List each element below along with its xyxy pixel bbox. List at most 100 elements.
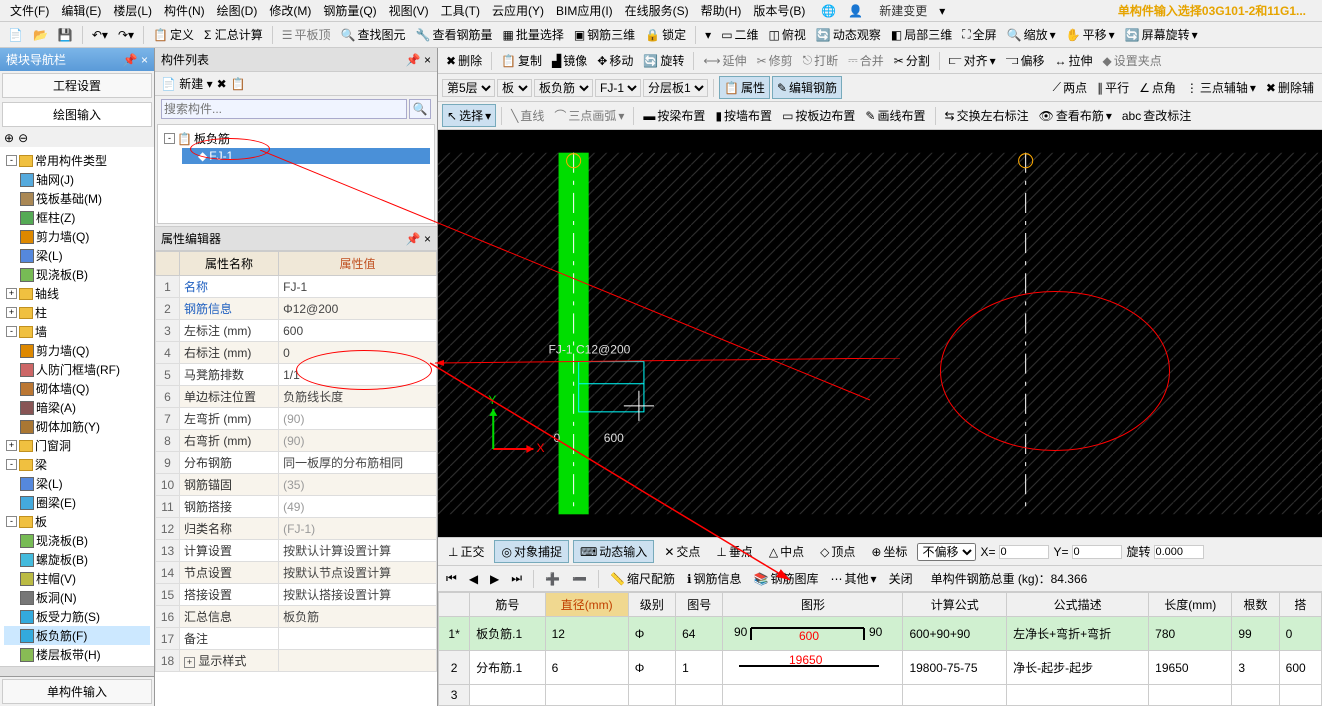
- expander-icon[interactable]: -: [164, 133, 175, 144]
- property-row[interactable]: 13计算设置按默认计算设置计算: [156, 540, 437, 562]
- property-row[interactable]: 17备注: [156, 628, 437, 650]
- menu-modify[interactable]: 修改(M): [263, 0, 317, 21]
- property-row[interactable]: 7左弯折 (mm)(90): [156, 408, 437, 430]
- tree-item[interactable]: 砌体加筋(Y): [4, 417, 150, 436]
- property-grid[interactable]: 属性名称属性值 1名称FJ-12钢筋信息Φ12@2003左标注 (mm)6004…: [155, 251, 437, 706]
- tree-item[interactable]: 圈梁(E): [4, 493, 150, 512]
- icon-user[interactable]: 👤: [842, 2, 869, 20]
- point-angle-button[interactable]: ∠ 点角: [1135, 77, 1180, 98]
- property-row[interactable]: 11钢筋搭接(49): [156, 496, 437, 518]
- floor-select[interactable]: 第5层: [442, 79, 495, 97]
- arc-button[interactable]: ⌒ 三点画弧 ▾: [550, 105, 628, 126]
- property-row[interactable]: 9分布钢筋同一板厚的分布筋相同: [156, 452, 437, 474]
- pan-button[interactable]: ✋ 平移 ▾: [1062, 24, 1119, 45]
- tree-item[interactable]: + 门窗洞: [4, 436, 150, 455]
- property-row[interactable]: 14节点设置按默认节点设置计算: [156, 562, 437, 584]
- local-3d-button[interactable]: ◧ 局部三维: [887, 24, 956, 45]
- copy-icon[interactable]: 📋: [231, 77, 246, 91]
- new-file-icon[interactable]: 📄: [4, 26, 27, 44]
- tree-item[interactable]: 梁(L): [4, 246, 150, 265]
- perp-snap[interactable]: ⊥ 垂点: [710, 541, 758, 562]
- rebar-data-grid[interactable]: 筋号 直径(mm) 级别 图号 图形 计算公式 公式描述 长度(mm) 根数 搭…: [438, 592, 1322, 706]
- two-point-button[interactable]: ⟋ 两点: [1049, 77, 1091, 98]
- component-tree[interactable]: - 常用构件类型 轴网(J) 筏板基础(M) 框柱(Z) 剪力墙(Q) 梁(L)…: [0, 147, 154, 666]
- search-input[interactable]: [161, 99, 407, 119]
- category-select[interactable]: 板: [497, 79, 532, 97]
- menu-rebar[interactable]: 钢筋量(Q): [317, 0, 382, 21]
- edit-rebar-button[interactable]: ✎ 编辑钢筋: [772, 76, 842, 99]
- insert-icon[interactable]: ➕: [541, 570, 564, 588]
- property-row[interactable]: 1名称FJ-1: [156, 276, 437, 298]
- slab-top-button[interactable]: ☰ 平板顶: [278, 24, 335, 45]
- layer-select[interactable]: 分层板1: [643, 79, 708, 97]
- tree-item[interactable]: 螺旋板(B): [4, 550, 150, 569]
- tree-item[interactable]: 剪力墙(Q): [4, 227, 150, 246]
- view-rebar-qty-button[interactable]: 🔧 查看钢筋量: [412, 24, 497, 45]
- x-input[interactable]: [999, 545, 1049, 559]
- tree-item[interactable]: - 板: [4, 512, 150, 531]
- tree-item[interactable]: 剪力墙(Q): [4, 341, 150, 360]
- rot-input[interactable]: [1154, 545, 1204, 559]
- close-button[interactable]: 关闭: [885, 568, 917, 589]
- pin-icon[interactable]: 📌 ×: [406, 53, 431, 67]
- dyn-input-toggle[interactable]: ⌨ 动态输入: [573, 540, 654, 563]
- menu-version[interactable]: 版本号(B): [747, 0, 811, 21]
- move-button[interactable]: ✥ 移动: [593, 50, 637, 71]
- tree-item[interactable]: 梁(L): [4, 474, 150, 493]
- expander-icon[interactable]: -: [6, 326, 17, 337]
- tree-item[interactable]: 板洞(N): [4, 588, 150, 607]
- snap-toggle[interactable]: ◎ 对象捕捉: [494, 540, 569, 563]
- rebar-lib-button[interactable]: 📚 钢筋图库: [750, 568, 823, 589]
- select-button[interactable]: ↖ 选择 ▾: [442, 104, 496, 127]
- menu-view[interactable]: 视图(V): [383, 0, 435, 21]
- intersect-snap[interactable]: ✕ 交点: [658, 541, 706, 562]
- pin-icon[interactable]: 📌 ×: [123, 53, 148, 67]
- expander-icon[interactable]: -: [6, 155, 17, 166]
- property-row[interactable]: 10钢筋锚固(35): [156, 474, 437, 496]
- tree-item[interactable]: + 轴线: [4, 284, 150, 303]
- canvas[interactable]: FJ-1 C12@200 0 600 X Y: [438, 130, 1322, 537]
- property-row[interactable]: 2钢筋信息Φ12@200: [156, 298, 437, 320]
- other-button[interactable]: ⋯ 其他 ▾: [827, 568, 881, 589]
- dynamic-observe-button[interactable]: 🔄 动态观察: [812, 24, 885, 45]
- expander-icon[interactable]: -: [6, 516, 17, 527]
- del-aux-button[interactable]: ✖ 删除辅: [1262, 77, 1318, 98]
- sit-snap[interactable]: ⊕ 坐标: [865, 541, 913, 562]
- single-input-tab[interactable]: 单构件输入: [2, 679, 152, 704]
- line-button[interactable]: ╲ 直线: [507, 105, 548, 126]
- property-row[interactable]: 4右标注 (mm)0: [156, 342, 437, 364]
- icon-globe[interactable]: 🌐: [815, 2, 842, 20]
- swap-lr-button[interactable]: ⇆ 交换左右标注: [941, 105, 1033, 126]
- pin-icon[interactable]: 📌 ×: [406, 232, 431, 246]
- remove-icon[interactable]: ➖: [568, 570, 591, 588]
- property-row[interactable]: 6单边标注位置负筋线长度: [156, 386, 437, 408]
- lock-button[interactable]: 🔒 锁定: [641, 24, 690, 45]
- sigma-button[interactable]: Σ 汇总计算: [200, 24, 267, 45]
- dropdown-arrow-icon[interactable]: ▾: [933, 2, 951, 20]
- menu-tools[interactable]: 工具(T): [435, 0, 486, 21]
- menu-floor[interactable]: 楼层(L): [107, 0, 158, 21]
- screen-rotate-button[interactable]: 🔄 屏幕旋转 ▾: [1121, 24, 1202, 45]
- mod-anno-button[interactable]: abc 查改标注: [1118, 105, 1195, 126]
- stretch-button[interactable]: ↔ 拉伸: [1050, 50, 1096, 71]
- component-instance-tree[interactable]: - 📋 板负筋 ◆ FJ-1: [157, 124, 435, 224]
- delete-button[interactable]: ✖ 删除: [442, 50, 486, 71]
- undo-icon[interactable]: ↶▾: [88, 26, 112, 44]
- search-button[interactable]: 🔍: [409, 99, 431, 119]
- save-icon[interactable]: 💾: [54, 26, 77, 44]
- open-icon[interactable]: 📂: [29, 26, 52, 44]
- by-slab-button[interactable]: ▭ 按板边布置: [778, 105, 859, 126]
- extend-button[interactable]: ⟷ 延伸: [699, 50, 750, 71]
- define-button[interactable]: 📋 定义: [149, 24, 198, 45]
- tree-item[interactable]: - 梁: [4, 455, 150, 474]
- dropdown-icon[interactable]: ▾: [701, 26, 715, 44]
- nav-last-icon[interactable]: ⏭: [507, 569, 526, 588]
- tree-item[interactable]: 柱帽(V): [4, 569, 150, 588]
- menu-online[interactable]: 在线服务(S): [619, 0, 695, 21]
- properties-button[interactable]: 📋 属性: [719, 76, 770, 99]
- expander-icon[interactable]: +: [6, 288, 17, 299]
- menu-bim[interactable]: BIM应用(I): [550, 0, 619, 21]
- component-fj1[interactable]: ◆ FJ-1: [182, 148, 430, 164]
- subcategory-select[interactable]: 板负筋: [534, 79, 593, 97]
- ortho-toggle[interactable]: ⊥ 正交: [442, 541, 490, 562]
